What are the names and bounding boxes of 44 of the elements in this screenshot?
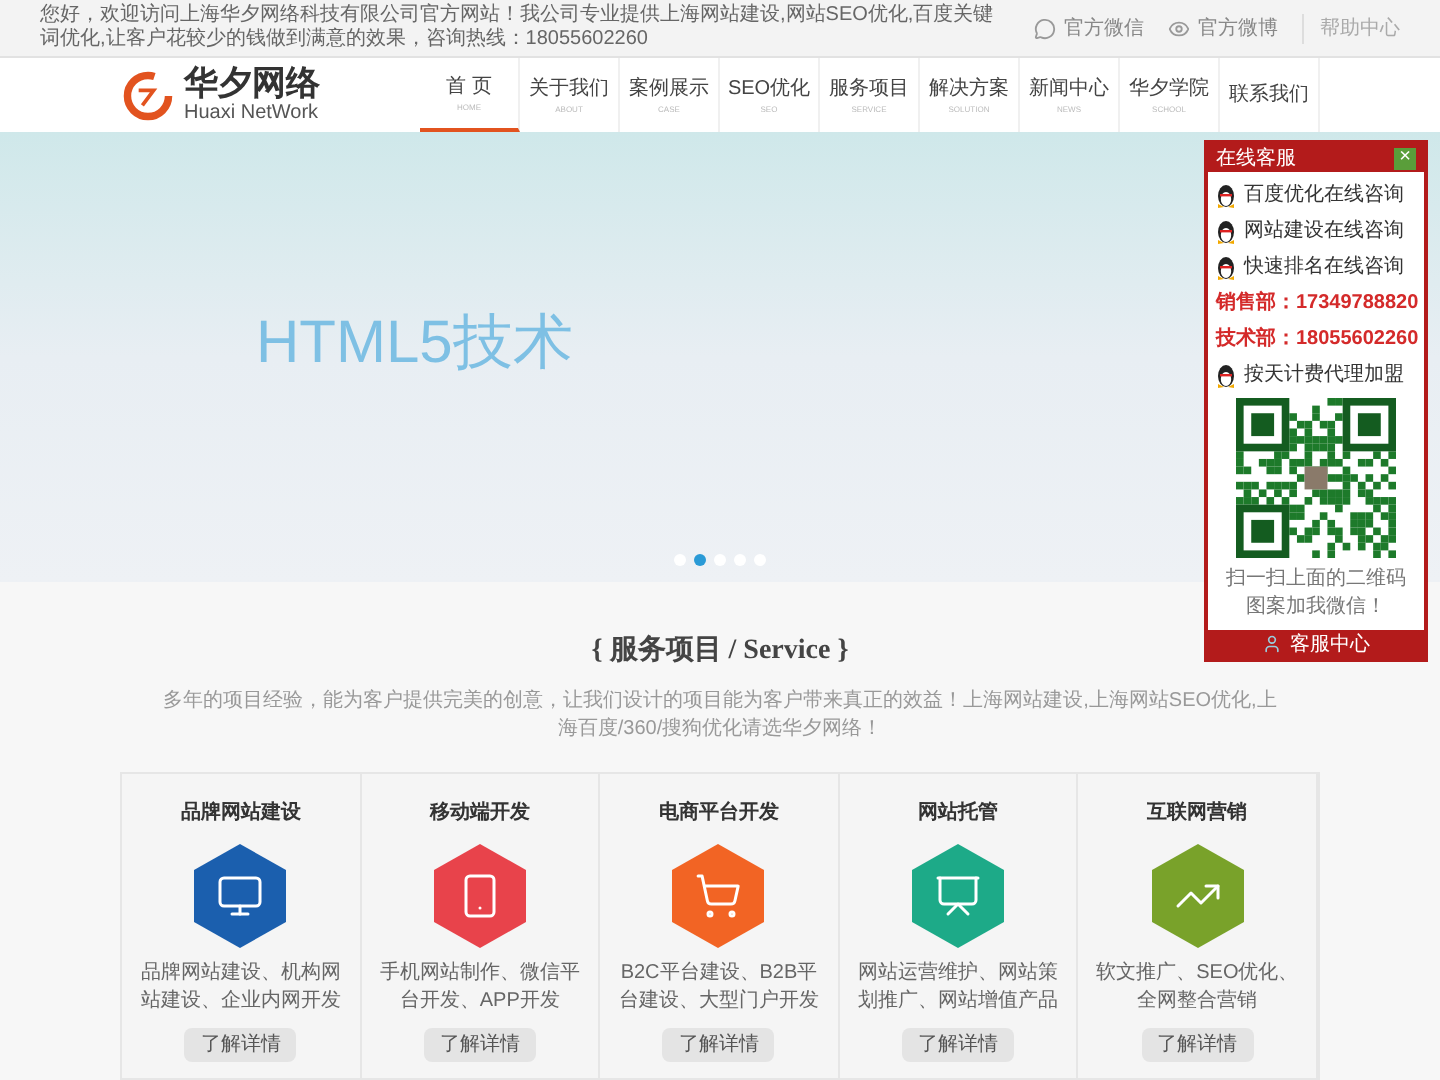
- panel-footer: 客服中心: [1290, 629, 1370, 659]
- eye-icon: [1168, 17, 1190, 39]
- section-intro: 多年的项目经验，能为客户提供完美的创意，让我们设计的项目能为客户带来真正的效益！上海网站建设,上海网站SEO优化,上海百度/360/搜狗优化请选华夕网络！: [161, 688, 1279, 744]
- penguin-icon: [1216, 255, 1236, 279]
- agent-link[interactable]: 按天计费代理加盟: [1216, 360, 1416, 390]
- service-title: 电商平台开发: [658, 798, 779, 828]
- logo-name: 华夕网络: [184, 66, 320, 103]
- consult-link[interactable]: 快速排名在线咨询: [1216, 252, 1416, 282]
- logo-icon: [120, 67, 176, 124]
- service-title: 品牌网站建设: [180, 799, 301, 828]
- hexagon-badge: [670, 844, 767, 948]
- service-description: 软文推广、SEO优化、全网整合营销: [1094, 960, 1301, 1016]
- phone-number: 销售部：17349788820: [1216, 289, 1416, 318]
- service-description: 手机网站制作、微信平台开发、APP开发: [377, 960, 582, 1016]
- penguin-icon: [1216, 363, 1236, 387]
- user-icon: [1262, 634, 1282, 654]
- consult-link[interactable]: 百度优化在线咨询: [1216, 180, 1416, 210]
- hexagon-badge: [910, 844, 1007, 948]
- qr-caption: 扫一扫上面的二维码图案加我微信！: [1224, 566, 1408, 622]
- service-title: 移动端开发: [429, 799, 530, 828]
- banner-headline: HTML5技术: [256, 308, 573, 381]
- penguin-icon: [1216, 219, 1236, 243]
- details-button[interactable]: 了解详情: [902, 1028, 1015, 1062]
- details-button[interactable]: 了解详情: [423, 1028, 536, 1062]
- cart-icon: [694, 872, 743, 920]
- details-button[interactable]: 了解详情: [184, 1028, 297, 1062]
- hexagon-badge: [1149, 844, 1246, 948]
- service-title: 网站托管: [918, 799, 999, 828]
- section-title: { 服务项目 / Service }: [591, 632, 849, 670]
- hexagon-badge: [192, 844, 289, 948]
- logo-subtitle: Huaxi NetWork: [184, 102, 320, 125]
- service-description: B2C平台建设、B2B平台建设、大型门户开发: [616, 960, 821, 1016]
- details-button[interactable]: 了解详情: [1141, 1028, 1254, 1062]
- service-description: 品牌网站建设、机构网站建设、企业内网开发: [138, 960, 343, 1016]
- service-title: 互联网营销: [1147, 799, 1248, 828]
- service-description: 网站运营维护、网站策划推广、网站增值产品: [856, 960, 1061, 1016]
- penguin-icon: [1216, 183, 1236, 207]
- phone-number: 技术部：18055602260: [1216, 325, 1416, 354]
- consult-link[interactable]: 网站建设在线咨询: [1216, 216, 1416, 246]
- panel-title: 在线客服: [1216, 145, 1296, 173]
- chat-icon: [1034, 17, 1056, 39]
- hexagon-badge: [431, 844, 528, 948]
- details-button[interactable]: 了解详情: [662, 1028, 775, 1062]
- welcome-text: 您好，欢迎访问上海华夕网络科技有限公司官方网站！我公司专业提供上海网站建设,网站SEO优化,百度关键词优化,让客户花较少的钱做到满意的效果，咨询热线：18055602260: [40, 4, 996, 52]
